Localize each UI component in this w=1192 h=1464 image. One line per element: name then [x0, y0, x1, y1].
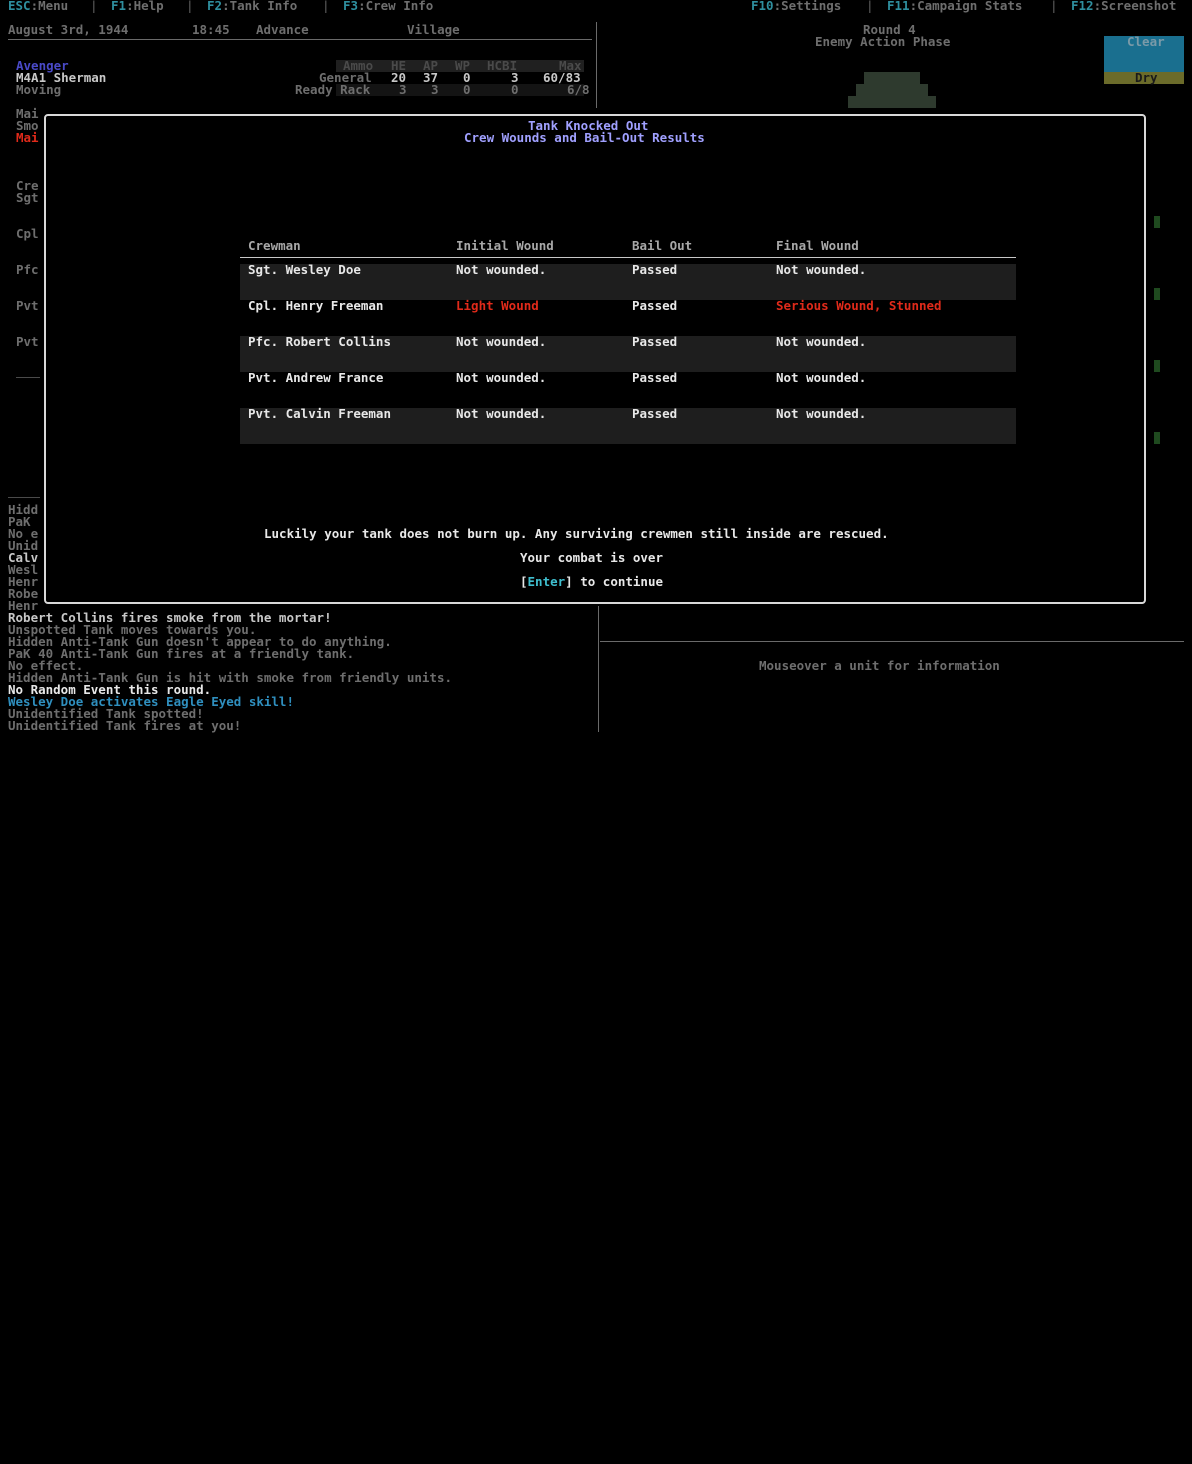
- log-entry: Unidentified Tank fires at you!: [8, 718, 242, 733]
- col-header-initial-wound: Initial Wound: [456, 238, 554, 253]
- bail-out-result: Passed: [632, 298, 678, 313]
- final-wound: Not wounded.: [776, 406, 867, 421]
- tank-movement: Moving: [16, 82, 62, 97]
- side-divider: [16, 377, 40, 378]
- bail-out-result: Passed: [632, 406, 678, 421]
- menu-help[interactable]: F1:Help: [111, 0, 164, 12]
- col-header-bail-out: Bail Out: [632, 238, 693, 253]
- info-panel-top-line: [600, 641, 1184, 642]
- tank-silhouette: [0, 72, 1192, 960]
- menu-f12-key[interactable]: F12: [1071, 0, 1094, 13]
- ammo-ready-bg: [336, 84, 584, 96]
- menu-separator: |: [866, 0, 874, 13]
- col-header-crewman: Crewman: [248, 238, 301, 253]
- map-marker: [1154, 432, 1160, 444]
- initial-wound: Not wounded.: [456, 370, 547, 385]
- menu-f11-label[interactable]: :Campaign Stats: [910, 0, 1023, 13]
- bail-out-result: Passed: [632, 262, 678, 277]
- map-marker: [1154, 216, 1160, 228]
- initial-wound: Not wounded.: [456, 334, 547, 349]
- enter-bracket-open: [: [520, 574, 528, 589]
- panel-divider: [596, 22, 597, 108]
- menu-separator: |: [322, 0, 330, 13]
- final-wound: Not wounded.: [776, 334, 867, 349]
- continue-prompt[interactable]: [Enter] to continue: [520, 574, 664, 589]
- initial-wound: Light Wound: [456, 298, 539, 313]
- ammo-ready-label: Ready Rack: [295, 82, 371, 97]
- crew-name: Pvt. Andrew France: [248, 370, 384, 385]
- crew-name: Pvt. Calvin Freeman: [248, 406, 391, 421]
- dialog-subtitle: Crew Wounds and Bail-Out Results: [464, 130, 705, 145]
- menu-f2-key[interactable]: F2: [207, 0, 222, 13]
- phase-label: Enemy Action Phase: [815, 34, 951, 49]
- ammo-ready-he: 3: [399, 82, 407, 97]
- bail-out-result: Passed: [632, 334, 678, 349]
- menu-f1-key[interactable]: F1: [111, 0, 126, 13]
- continue-label: to continue: [572, 574, 664, 589]
- menu-separator: |: [1050, 0, 1058, 13]
- menu-esc-label[interactable]: :Menu: [31, 0, 69, 13]
- status-date: August 3rd, 1944: [8, 22, 129, 37]
- side-fragment: Mai: [16, 130, 39, 145]
- menu-f11-key[interactable]: F11: [887, 0, 910, 13]
- menu-bar-left: ESC:Menu: [8, 0, 68, 12]
- weather-ground: Dry: [1135, 70, 1158, 85]
- col-header-final-wound: Final Wound: [776, 238, 859, 253]
- side-fragment: Pvt: [16, 334, 39, 349]
- enter-bracket-close: ]: [565, 574, 573, 589]
- menu-screenshot[interactable]: F12:Screenshot: [1071, 0, 1176, 12]
- menu-f2-label[interactable]: :Tank Info: [222, 0, 297, 13]
- side-fragment: Pvt: [16, 298, 39, 313]
- menu-tank-info[interactable]: F2:Tank Info: [207, 0, 297, 12]
- menu-f3-label[interactable]: :Crew Info: [358, 0, 433, 13]
- status-time: 18:45: [192, 22, 230, 37]
- side-fragment: Pfc: [16, 262, 39, 277]
- final-wound: Not wounded.: [776, 370, 867, 385]
- menu-f12-label[interactable]: :Screenshot: [1094, 0, 1177, 13]
- crew-name: Cpl. Henry Freeman: [248, 298, 384, 313]
- status-divider: [8, 39, 592, 40]
- menu-esc-key[interactable]: ESC: [8, 0, 31, 13]
- initial-wound: Not wounded.: [456, 406, 547, 421]
- log-divider: [8, 497, 40, 498]
- status-terrain: Village: [407, 22, 460, 37]
- ammo-ready-ap: 3: [431, 82, 439, 97]
- menu-f1-label[interactable]: :Help: [126, 0, 164, 13]
- menu-f10-key[interactable]: F10: [751, 0, 774, 13]
- map-marker: [1154, 360, 1160, 372]
- bail-out-result: Passed: [632, 370, 678, 385]
- menu-campaign-stats[interactable]: F11:Campaign Stats: [887, 0, 1022, 12]
- side-fragment: Cpl: [16, 226, 39, 241]
- menu-settings[interactable]: F10:Settings: [751, 0, 841, 12]
- crew-name: Pfc. Robert Collins: [248, 334, 391, 349]
- knocked-out-dialog: Tank Knocked Out Crew Wounds and Bail-Ou…: [44, 114, 1146, 604]
- status-mission: Advance: [256, 22, 309, 37]
- combat-over-message: Your combat is over: [520, 550, 663, 565]
- map-marker: [1154, 288, 1160, 300]
- burn-message: Luckily your tank does not burn up. Any …: [264, 526, 889, 541]
- enter-key[interactable]: Enter: [528, 574, 566, 589]
- final-wound: Not wounded.: [776, 262, 867, 277]
- weather-sky: Clear: [1127, 34, 1165, 49]
- ammo-ready-max: 6/8: [567, 82, 590, 97]
- final-wound: Serious Wound, Stunned: [776, 298, 942, 313]
- crew-name: Sgt. Wesley Doe: [248, 262, 361, 277]
- header-rule: [240, 257, 1016, 258]
- menu-f10-label[interactable]: :Settings: [774, 0, 842, 13]
- info-panel-hint: Mouseover a unit for information: [759, 658, 1000, 673]
- menu-crew-info[interactable]: F3:Crew Info: [343, 0, 433, 12]
- side-fragment: Sgt: [16, 190, 39, 205]
- info-panel-divider: [598, 606, 599, 732]
- ammo-ready-wp: 0: [463, 82, 471, 97]
- initial-wound: Not wounded.: [456, 262, 547, 277]
- menu-separator: |: [90, 0, 98, 13]
- menu-f3-key[interactable]: F3: [343, 0, 358, 13]
- menu-separator: |: [186, 0, 194, 13]
- ammo-ready-hcbi: 0: [511, 82, 519, 97]
